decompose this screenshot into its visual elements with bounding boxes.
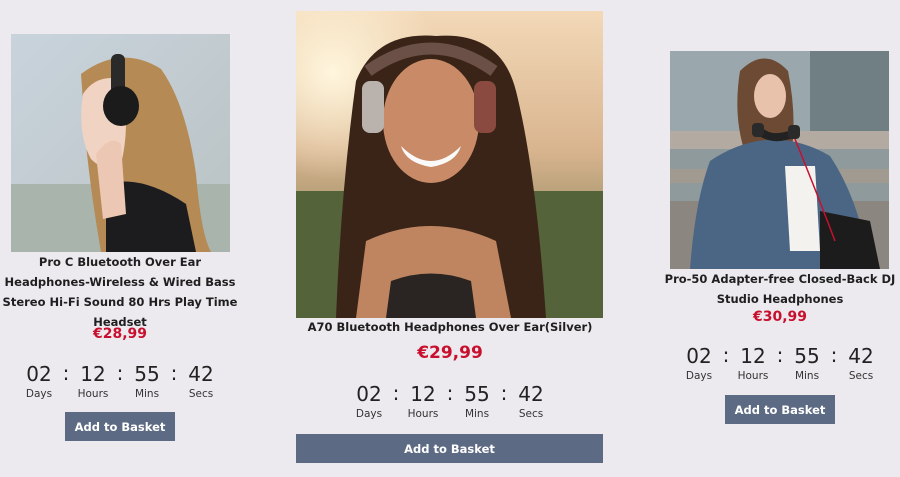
countdown-timer-2: 02 Days : 12 Hours : 55 Mins : 42 Secs [296,382,604,420]
product-title-2[interactable]: A70 Bluetooth Headphones Over Ear(Silver… [296,317,604,337]
product-image-1[interactable] [11,34,230,252]
separator: : [830,343,838,367]
separator: : [446,381,454,405]
product-image-3[interactable] [670,51,889,269]
product-card-1: Pro C Bluetooth Over Ear Headphones-Wire… [0,0,240,477]
separator: : [116,361,124,385]
separator: : [62,361,70,385]
woman-side-profile-photo [11,34,230,252]
countdown-secs: 42 [518,382,544,406]
countdown-mins: 55 [794,344,820,368]
product-card-2: A70 Bluetooth Headphones Over Ear(Silver… [296,0,604,477]
title-line: Stereo Hi-Fi Sound 80 Hrs Play Time [2,295,238,309]
title-line: Pro-50 Adapter-free Closed-Back DJ [664,272,896,286]
days-label: Days [25,388,53,400]
product-image-2[interactable] [296,11,603,318]
smiling-woman-photo [296,11,603,318]
title-line: A70 Bluetooth Headphones Over Ear(Silver… [307,320,593,334]
countdown-secs: 42 [188,362,214,386]
title-line: Studio Headphones [716,292,844,306]
countdown-hours: 12 [410,382,436,406]
countdown-timer-3: 02 Days : 12 Hours : 55 Mins : 42 Secs [660,344,900,382]
mins-label: Mins [134,388,160,400]
woman-denim-jacket-photo [670,51,889,269]
countdown-days: 02 [356,382,382,406]
days-label: Days [355,408,383,420]
title-line: Headphones-Wireless & Wired Bass [4,275,236,289]
hours-label: Hours [77,388,109,400]
countdown-hours: 12 [80,362,106,386]
separator: : [776,343,784,367]
countdown-mins: 55 [134,362,160,386]
separator: : [170,361,178,385]
countdown-timer-1: 02 Days : 12 Hours : 55 Mins : 42 Secs [0,362,240,400]
secs-label: Secs [188,388,214,400]
add-to-basket-button-2[interactable]: Add to Basket [296,434,603,463]
mins-label: Mins [464,408,490,420]
countdown-hours: 12 [740,344,766,368]
product-title-3[interactable]: Pro-50 Adapter-free Closed-Back DJ Studi… [660,269,900,309]
countdown-days: 02 [26,362,52,386]
product-card-3: Pro-50 Adapter-free Closed-Back DJ Studi… [660,0,900,477]
hours-label: Hours [407,408,439,420]
product-price-2: €29,99 [417,343,483,363]
days-label: Days [685,370,713,382]
add-to-basket-button-3[interactable]: Add to Basket [725,395,835,424]
countdown-days: 02 [686,344,712,368]
mins-label: Mins [794,370,820,382]
product-price-1: €28,99 [92,326,148,342]
product-title-1[interactable]: Pro C Bluetooth Over Ear Headphones-Wire… [0,252,240,332]
countdown-mins: 55 [464,382,490,406]
add-to-basket-button-1[interactable]: Add to Basket [65,412,175,441]
countdown-secs: 42 [848,344,874,368]
secs-label: Secs [848,370,874,382]
product-price-3: €30,99 [752,309,808,325]
title-line: Pro C Bluetooth Over Ear [38,255,202,269]
separator: : [500,381,508,405]
secs-label: Secs [518,408,544,420]
separator: : [392,381,400,405]
separator: : [722,343,730,367]
hours-label: Hours [737,370,769,382]
